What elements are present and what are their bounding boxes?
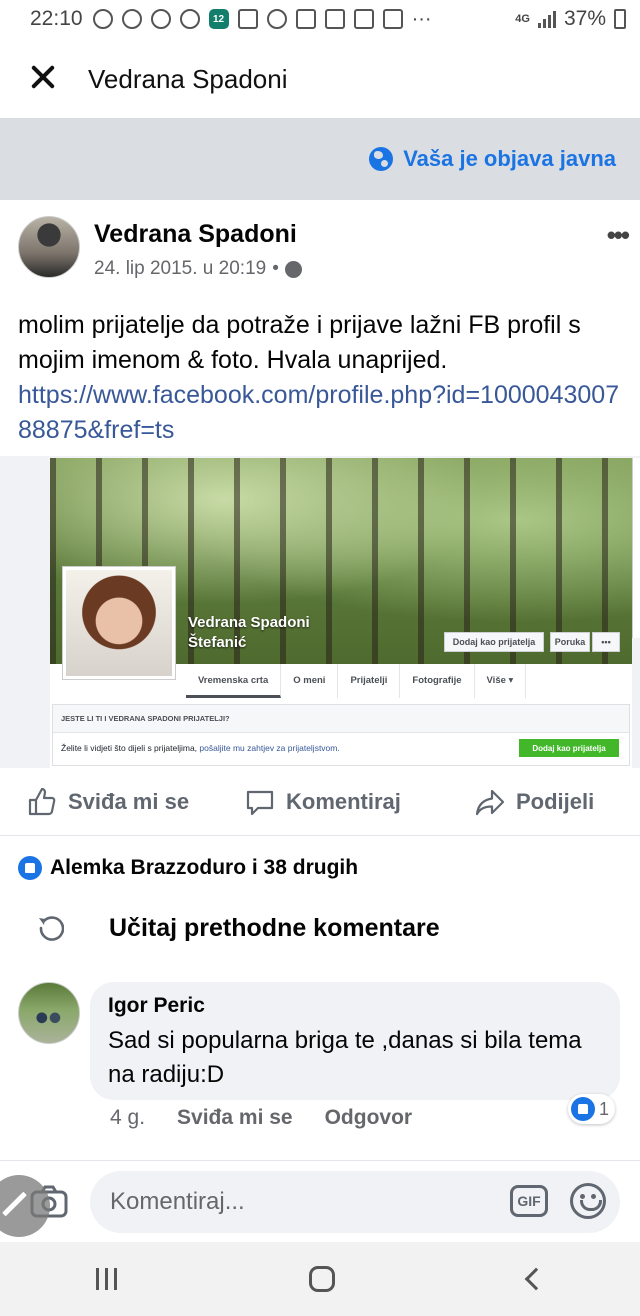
commenter-name[interactable]: Igor Peric bbox=[108, 994, 602, 1018]
comment-bubble-icon bbox=[246, 790, 274, 815]
load-previous-comments[interactable]: Učitaj prethodne komentare bbox=[0, 906, 640, 952]
preview-tab: Vremenska crta bbox=[186, 664, 282, 698]
share-button[interactable]: Podijeli bbox=[474, 786, 594, 818]
post-meta: 24. lip 2015. u 20:19 • bbox=[94, 258, 302, 280]
privacy-banner[interactable]: Vaša je objava javna bbox=[0, 118, 640, 200]
comment-composer: Komentiraj... GIF bbox=[0, 1160, 640, 1242]
like-button[interactable]: Sviđa mi se bbox=[26, 786, 189, 818]
profile-name-line2: Štefanić bbox=[188, 634, 247, 651]
emoji-icon[interactable] bbox=[570, 1183, 606, 1219]
comment-reply-button[interactable]: Odgovor bbox=[325, 1106, 413, 1130]
task-check-icon bbox=[382, 9, 403, 29]
cloud-icon bbox=[324, 9, 345, 29]
post-link[interactable]: https://www.facebook.com/profile.php?id=… bbox=[18, 381, 619, 444]
preview-box-add-label: Dodaj kao prijatelja bbox=[532, 743, 606, 753]
comment-label: Komentiraj bbox=[286, 788, 401, 814]
page-title: Vedrana Spadoni bbox=[88, 64, 288, 94]
preview-tab: O meni bbox=[281, 664, 339, 698]
preview-tab: Prijatelji bbox=[338, 664, 401, 698]
preview-scrollbar bbox=[632, 458, 640, 638]
back-icon[interactable] bbox=[524, 1267, 548, 1291]
status-time: 22:10 bbox=[30, 7, 83, 30]
preview-message-label: Poruka bbox=[554, 637, 586, 647]
like-reaction-icon bbox=[18, 856, 42, 880]
comment-reaction-number: 1 bbox=[599, 1098, 610, 1119]
refresh-icon bbox=[39, 916, 64, 941]
post-action-bar: Sviđa mi se Komentiraj Podijeli bbox=[0, 768, 640, 836]
preview-tabs: Vremenska crta O meni Prijatelji Fotogra… bbox=[186, 664, 527, 698]
comment-bubble[interactable]: Igor Peric Sad si popularna briga te ,da… bbox=[90, 982, 620, 1100]
post-header: Vedrana Spadoni 24. lip 2015. u 20:19 • … bbox=[18, 216, 630, 286]
link-preview-image[interactable]: Vedrana Spadoni Štefanić Dodaj kao prija… bbox=[0, 456, 640, 768]
preview-box-heading: JESTE LI TI I VEDRANA SPADONI PRIJATELJI… bbox=[53, 705, 629, 733]
battery-icon bbox=[614, 9, 626, 29]
comment-like-button[interactable]: Sviđa mi se bbox=[177, 1106, 293, 1130]
comment-text: Sad si popularna briga te ,danas si bila… bbox=[108, 1027, 582, 1088]
preview-friend-box: JESTE LI TI I VEDRANA SPADONI PRIJATELJI… bbox=[52, 704, 630, 766]
preview-more-label: ••• bbox=[601, 637, 611, 647]
preview-box-add-button: Dodaj kao prijatelja bbox=[519, 739, 619, 757]
public-audience-icon bbox=[284, 260, 302, 278]
viber-icon bbox=[92, 9, 113, 29]
gif-icon[interactable]: GIF bbox=[510, 1185, 548, 1217]
recent-apps-icon[interactable] bbox=[96, 1268, 118, 1290]
comment-input-placeholder: Komentiraj... bbox=[110, 1188, 245, 1215]
post-author-name[interactable]: Vedrana Spadoni bbox=[94, 220, 297, 249]
shield-icon bbox=[237, 9, 258, 29]
preview-message-button: Poruka bbox=[550, 632, 590, 652]
signal-icon bbox=[537, 10, 556, 28]
load-previous-label: Učitaj prethodne komentare bbox=[109, 914, 440, 942]
system-navigation-bar bbox=[0, 1242, 640, 1316]
globe-icon bbox=[369, 147, 394, 171]
mail-icon bbox=[295, 9, 316, 29]
messenger-icon bbox=[150, 9, 171, 29]
gallery-icon bbox=[353, 9, 374, 29]
preview-add-friend-button: Dodaj kao prijatelja bbox=[444, 632, 544, 652]
comment-input[interactable]: Komentiraj... GIF bbox=[90, 1171, 620, 1233]
comment-footer: 4 g. Sviđa mi se Odgovor bbox=[110, 1106, 412, 1130]
share-label: Podijeli bbox=[516, 788, 595, 814]
reactions-text: Alemka Brazzoduro i 38 drugih bbox=[50, 856, 359, 879]
notification-icons: 12 ··· bbox=[92, 7, 432, 31]
status-bar: 22:10 12 ··· 4G 37% bbox=[0, 0, 640, 38]
preview-tab: Fotografije bbox=[400, 664, 475, 698]
comment-reaction-count[interactable]: 1 bbox=[568, 1094, 616, 1124]
share-arrow-icon bbox=[475, 789, 505, 815]
more-notifications-icon: ··· bbox=[411, 7, 432, 30]
preview-box-link: pošaljite mu zahtjev za prijateljstvom. bbox=[199, 743, 340, 753]
comment-age[interactable]: 4 g. bbox=[110, 1106, 145, 1130]
post-timestamp[interactable]: 24. lip 2015. u 20:19 bbox=[94, 258, 266, 280]
post-body: molim prijatelje da potraže i prijave la… bbox=[18, 308, 624, 448]
like-label: Sviđa mi se bbox=[68, 788, 190, 814]
top-app-bar: Vedrana Spadoni bbox=[0, 38, 640, 118]
facebook-icon bbox=[266, 9, 287, 29]
preview-more-button: ••• bbox=[592, 632, 620, 652]
comment-button[interactable]: Komentiraj bbox=[244, 786, 401, 818]
reactions-summary[interactable]: Alemka Brazzoduro i 38 drugih bbox=[18, 850, 358, 886]
preview-box-text-main: Želite li vidjeti što dijeli s prijatelj… bbox=[61, 743, 200, 753]
more-options-icon[interactable]: ••• bbox=[607, 220, 630, 251]
system-indicators: 4G 37% bbox=[515, 7, 626, 31]
home-icon[interactable] bbox=[309, 1266, 336, 1292]
profile-picture bbox=[62, 566, 176, 680]
privacy-banner-text: Vaša je objava javna bbox=[403, 146, 616, 171]
messenger-icon bbox=[179, 9, 200, 29]
profile-name: Vedrana Spadoni Štefanić bbox=[188, 613, 310, 653]
whatsapp-icon bbox=[121, 9, 142, 29]
calendar-badge-icon: 12 bbox=[208, 9, 229, 29]
preview-add-friend-label: Dodaj kao prijatelja bbox=[452, 637, 536, 647]
author-avatar[interactable] bbox=[18, 216, 80, 278]
thumbs-up-icon bbox=[28, 787, 56, 815]
meta-separator: • bbox=[272, 258, 279, 279]
profile-screenshot: Vedrana Spadoni Štefanić Dodaj kao prija… bbox=[50, 458, 632, 768]
preview-tab: Više ▾ bbox=[475, 664, 527, 698]
profile-name-line1: Vedrana Spadoni bbox=[188, 614, 310, 631]
network-type: 4G bbox=[515, 13, 530, 25]
close-icon[interactable] bbox=[28, 62, 58, 92]
post-text: molim prijatelje da potraže i prijave la… bbox=[18, 311, 581, 374]
battery-percent: 37% bbox=[563, 7, 606, 30]
commenter-avatar[interactable] bbox=[18, 982, 80, 1044]
like-reaction-icon bbox=[571, 1097, 595, 1121]
